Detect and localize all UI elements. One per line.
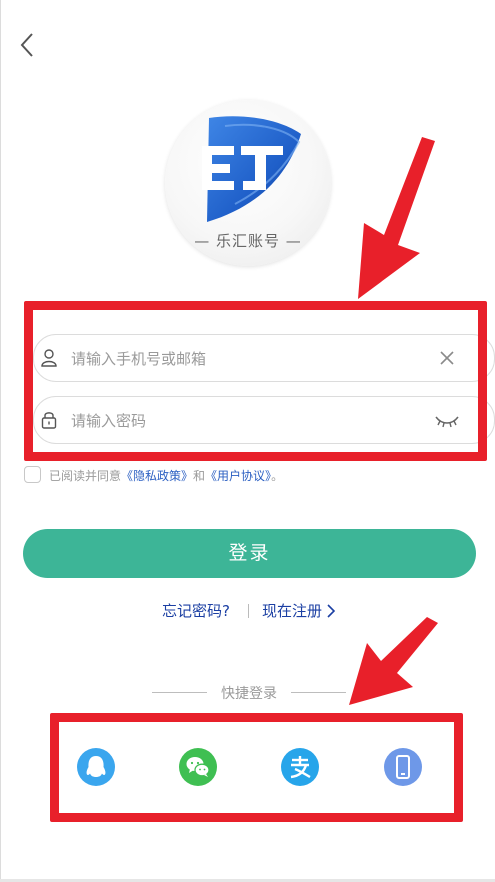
page-edge — [0, 0, 1, 882]
agreement-checkbox[interactable] — [24, 466, 41, 483]
logo-caption: — 乐汇账号 — — [194, 232, 302, 250]
login-button[interactable]: 登录 — [23, 529, 476, 578]
chevron-right-icon — [327, 604, 336, 618]
links-separator — [248, 604, 249, 618]
register-link[interactable]: 现在注册 — [262, 600, 322, 621]
agreement-text: 已阅读并同意《隐私政策》和《用户协议》。 — [49, 467, 283, 484]
agreement-and: 和 — [193, 469, 206, 483]
agreement-prefix: 已阅读并同意 — [49, 469, 122, 483]
back-button[interactable] — [14, 30, 42, 60]
quick-login-title: 快捷登录 — [221, 686, 277, 702]
quick-login-divider-left — [152, 692, 207, 693]
agreement-suffix: 。 — [271, 469, 284, 483]
user-agreement-link[interactable]: 《用户协议》 — [205, 469, 271, 483]
annotation-box-quick-login — [50, 713, 463, 822]
app-logo-icon — [202, 116, 301, 222]
annotation-arrow-bottom — [349, 617, 438, 705]
forgot-password-link[interactable]: 忘记密码? — [162, 600, 230, 621]
annotation-box-login-fields — [24, 301, 487, 461]
annotation-arrow-top — [358, 137, 435, 299]
privacy-policy-link[interactable]: 《隐私政策》 — [121, 469, 193, 483]
quick-login-divider-right — [291, 692, 346, 693]
chevron-left-icon — [20, 33, 33, 57]
